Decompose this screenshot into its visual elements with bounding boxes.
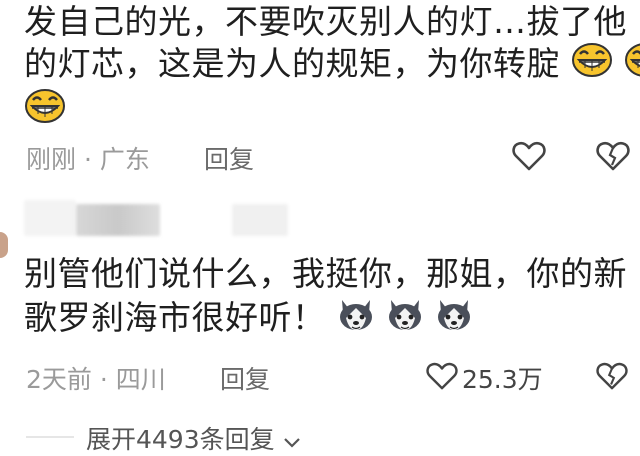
grinning-face-icon	[24, 88, 66, 128]
dislike-broken-heart-icon[interactable]	[596, 140, 630, 172]
husky-dog-icon	[435, 296, 473, 343]
like-heart-icon[interactable]	[426, 361, 458, 391]
comment2-text-line-2-content: 歌罗刹海市很好听！	[24, 298, 326, 337]
comment1-text-line-2-content: 的灯芯，这是为人的规矩，为你转腚	[24, 44, 560, 83]
husky-dog-icon	[386, 296, 424, 343]
comment2-meta: 2天前 · 四川	[26, 365, 166, 394]
husky-dog-icon	[337, 296, 375, 343]
comment2-text-line-1: 别管他们说什么，我挺你，那姐，你的新	[24, 252, 627, 296]
expand-replies-button[interactable]: 展开4493条回复	[86, 420, 301, 456]
comment1-reply-button[interactable]: 回复	[204, 140, 254, 176]
comment1-meta: 刚刚 · 广东	[26, 145, 150, 174]
divider	[26, 436, 74, 438]
like-count: 25.3万	[462, 365, 543, 394]
comment1-text-line-1-content: 发自己的光，不要吹灭别人的灯…拔了他	[24, 2, 627, 41]
username-redacted-block	[24, 200, 76, 236]
avatar[interactable]	[0, 232, 8, 258]
comment1-text-line-2: 的灯芯，这是为人的规矩，为你转腚	[24, 42, 640, 89]
username-redacted-block	[76, 204, 160, 236]
grinning-face-icon	[571, 42, 613, 89]
grinning-face-icon	[624, 42, 640, 89]
like-heart-icon[interactable]	[512, 140, 546, 172]
comment2-text-line-1-content: 别管他们说什么，我挺你，那姐，你的新	[24, 254, 627, 293]
dislike-broken-heart-icon[interactable]	[596, 361, 628, 391]
comment2-text-line-2: 歌罗刹海市很好听！	[24, 296, 473, 343]
comment2-reply-button[interactable]: 回复	[220, 360, 270, 396]
chevron-down-icon	[283, 427, 301, 456]
username-redacted-block	[232, 204, 288, 236]
comment1-text-line-1: 发自己的光，不要吹灭别人的灯…拔了他	[24, 0, 627, 44]
